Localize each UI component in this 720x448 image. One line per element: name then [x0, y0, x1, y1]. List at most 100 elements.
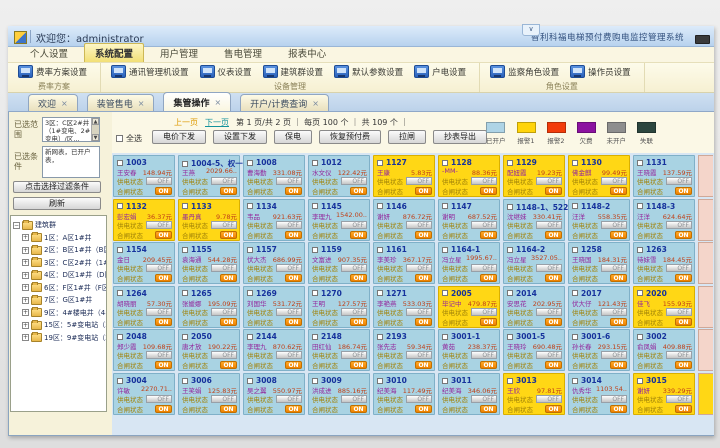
collapse-icon[interactable]: −	[13, 222, 20, 229]
meter-card[interactable]: 1145李理九1542.00..供电状态OFF合闸状态ON	[308, 199, 370, 241]
card-checkbox[interactable]	[117, 334, 123, 340]
expand-icon[interactable]: +	[22, 272, 29, 279]
tree-item[interactable]: +15区：5#变电站（3#变）	[13, 319, 104, 332]
expand-icon[interactable]: +	[22, 297, 29, 304]
card-checkbox[interactable]	[637, 378, 643, 384]
meter-card[interactable]: 1154金日209.45元供电状态OFF合闸状态ON	[113, 242, 175, 284]
close-icon[interactable]: ×	[312, 99, 319, 108]
card-checkbox[interactable]	[247, 334, 253, 340]
toolbar-button-设置下发[interactable]: 设置下发	[213, 130, 267, 144]
card-checkbox[interactable]	[312, 290, 318, 296]
meter-card[interactable]: 2005毕记中479.87元供电状态OFF合闸状态ON	[438, 286, 500, 328]
meter-card[interactable]: 1148-3汪洋624.64元供电状态OFF合闸状态ON	[633, 199, 695, 241]
meter-card[interactable]: 3011纪美海346.06元供电状态OFF合闸状态ON	[438, 373, 500, 415]
scroll-up-icon[interactable]: ▲	[92, 118, 99, 125]
meter-card[interactable]: 1264胡晓丽57.30元供电状态OFF合闸状态ON	[113, 286, 175, 328]
card-checkbox[interactable]	[182, 247, 188, 253]
meter-card[interactable]: 1265张媛娜195.09元供电状态OFF合闸状态ON	[178, 286, 240, 328]
card-checkbox[interactable]	[117, 160, 123, 166]
tree-item[interactable]: +19区：9#变电站（2#）	[13, 332, 104, 345]
card-checkbox[interactable]	[572, 203, 578, 209]
meter-card[interactable]: 1161李美珍367.17元供电状态OFF合闸状态ON	[373, 242, 435, 284]
ribbon-button[interactable]: 默认参数设置	[330, 63, 410, 80]
card-checkbox[interactable]	[377, 290, 383, 296]
select-all-checkbox[interactable]	[116, 135, 123, 142]
tree-item[interactable]: +7区：G区1#井	[13, 294, 104, 307]
close-icon[interactable]: ×	[214, 98, 221, 107]
selected-range-listbox[interactable]: 3区：C区2#井（1#变电、2#变电）/区… ▲ ▼	[42, 117, 100, 142]
ribbon-tab-售电管理[interactable]: 售电管理	[214, 44, 272, 62]
refresh-button[interactable]: 刷新	[13, 197, 101, 210]
meter-card[interactable]: 1003王安春148.94元供电状态OFF合闸状态ON	[113, 155, 175, 197]
meter-card[interactable]: 3006王笑娟125.83元供电状态OFF合闸状态ON	[178, 373, 240, 415]
selected-condition-box[interactable]: 新网表，已开户表，	[42, 146, 100, 178]
card-checkbox[interactable]	[377, 203, 383, 209]
meter-card[interactable]: 1147谢明687.52元供电状态OFF合闸状态ON	[438, 199, 500, 241]
card-checkbox[interactable]	[377, 160, 383, 166]
next-page-link[interactable]: 下一页	[205, 118, 229, 127]
tree-item[interactable]: +3区：C区2#井（1#变电）	[13, 257, 104, 270]
meter-card[interactable]: 3014仇秀华1103.54..供电状态OFF合闸状态ON	[568, 373, 630, 415]
card-checkbox[interactable]	[377, 378, 383, 384]
meter-card[interactable]: 1159文富进907.35元供电状态OFF合闸状态ON	[308, 242, 370, 284]
meter-card[interactable]: 1133墨丹真9.78元供电状态OFF合闸状态ON	[178, 199, 240, 241]
toolbar-button-恢复预付费[interactable]: 恢复预付费	[319, 130, 381, 144]
toolbar-button-保电[interactable]: 保电	[274, 130, 312, 144]
card-checkbox[interactable]	[182, 161, 188, 167]
card-checkbox[interactable]	[442, 203, 448, 209]
card-checkbox[interactable]	[247, 203, 253, 209]
card-checkbox[interactable]	[247, 378, 253, 384]
meter-card[interactable]: 3001-5王晓玲690.48元供电状态OFF合闸状态ON	[503, 329, 565, 371]
card-checkbox[interactable]	[442, 290, 448, 296]
meter-card[interactable]: 2048郑少霞109.68元供电状态OFF合闸状态ON	[113, 329, 175, 371]
meter-card[interactable]: 1164-1冯立星1995.67..供电状态OFF合闸状态ON	[438, 242, 500, 284]
card-checkbox[interactable]	[247, 160, 253, 166]
meter-card[interactable]: 1132彭宏娟36.37元供电状态OFF合闸状态ON	[113, 199, 175, 241]
card-checkbox[interactable]	[182, 334, 188, 340]
meter-card[interactable]: 1128-MM-88.36元供电状态OFF合闸状态ON	[438, 155, 500, 197]
close-icon[interactable]: ×	[61, 99, 68, 108]
minimize-icon[interactable]	[695, 35, 710, 44]
choose-filter-button[interactable]: 点击选择过滤条件	[13, 181, 101, 193]
meter-card[interactable]: 1148-2汪洋558.35元供电状态OFF合闸状态ON	[568, 199, 630, 241]
meter-card[interactable]: 3015谢妍339.29元供电状态OFF合闸状态ON	[633, 373, 695, 415]
expand-icon[interactable]: +	[22, 334, 29, 341]
card-checkbox[interactable]	[312, 378, 318, 384]
ribbon-button[interactable]: 费率方案设置	[14, 63, 94, 80]
expand-icon[interactable]: +	[22, 234, 29, 241]
meter-card[interactable]: 2020佳飞155.93元供电状态OFF合闸状态ON	[633, 286, 695, 328]
meter-card[interactable]: 3001-1黄茹238.37元供电状态OFF合闸状态ON	[438, 329, 500, 371]
card-checkbox[interactable]	[572, 290, 578, 296]
expand-icon[interactable]: +	[22, 284, 29, 291]
meter-card[interactable]: 3008吴之翼550.97元供电状态OFF合闸状态ON	[243, 373, 305, 415]
doc-tab-装管售电[interactable]: 装管售电×	[87, 94, 155, 111]
meter-card[interactable]: 1164-2冯立星3527.05..供电状态OFF合闸状态ON	[503, 242, 565, 284]
meter-card[interactable]: 3010纪美海117.49元供电状态OFF合闸状态ON	[373, 373, 435, 415]
card-checkbox[interactable]	[572, 247, 578, 253]
meter-card[interactable]: 2050唐才放190.22元供电状态OFF合闸状态ON	[178, 329, 240, 371]
meter-card[interactable]: 1012水文仪122.42元供电状态OFF合闸状态ON	[308, 155, 370, 197]
tree-item[interactable]: +1区：A区1#井	[13, 232, 104, 245]
ribbon-tab-报表中心[interactable]: 报表中心	[278, 44, 336, 62]
ribbon-button[interactable]: 户电设置	[410, 63, 473, 80]
card-checkbox[interactable]	[247, 247, 253, 253]
ribbon-tab-个人设置[interactable]: 个人设置	[20, 44, 78, 62]
meter-card[interactable]: 3013王欣97.81元供电状态OFF合闸状态ON	[503, 373, 565, 415]
meter-card[interactable]: 3002俞凤娟409.88元供电状态OFF合闸状态ON	[633, 329, 695, 371]
card-checkbox[interactable]	[507, 204, 513, 210]
meter-card[interactable]: 2148田红仙186.74元供电状态OFF合闸状态ON	[308, 329, 370, 371]
ribbon-tab-用户管理[interactable]: 用户管理	[150, 44, 208, 62]
meter-card[interactable]: 1148-1、522沈继妹330.41元供电状态OFF合闸状态ON	[503, 199, 565, 241]
card-checkbox[interactable]	[247, 290, 253, 296]
ribbon-button[interactable]: 监察角色设置	[486, 63, 566, 80]
meter-card[interactable]: 1008曹海勤331.08元供电状态OFF合闸状态ON	[243, 155, 305, 197]
card-checkbox[interactable]	[117, 290, 123, 296]
expand-icon[interactable]: +	[22, 259, 29, 266]
meter-card[interactable]: 1134韦品921.63元供电状态OFF合闸状态ON	[243, 199, 305, 241]
toolbar-button-电价下发[interactable]: 电价下发	[152, 130, 206, 144]
card-checkbox[interactable]	[312, 203, 318, 209]
doc-tab-欢迎[interactable]: 欢迎×	[28, 94, 78, 111]
meter-card[interactable]: 2014安思花202.95元供电状态OFF合闸状态ON	[503, 286, 565, 328]
card-checkbox[interactable]	[637, 203, 643, 209]
meter-card[interactable]: 1004-5、权一王燕2029.66..供电状态OFF合闸状态ON	[178, 155, 240, 197]
